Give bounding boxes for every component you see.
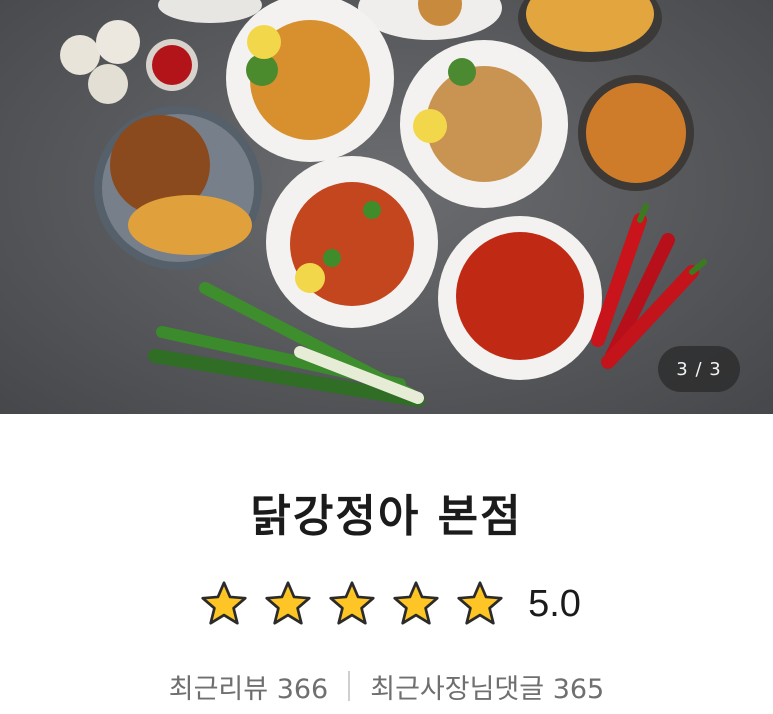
star-icon xyxy=(201,581,247,625)
recent-reviews-link[interactable]: 최근리뷰 366 xyxy=(169,667,328,706)
image-counter-badge: 3 / 3 xyxy=(658,346,740,392)
garlic-image xyxy=(60,20,140,104)
store-name: 닭강정아 본점 xyxy=(250,491,523,542)
star-icon xyxy=(457,581,503,625)
star-icon xyxy=(393,581,439,625)
star-icon xyxy=(329,581,375,625)
food-photo xyxy=(60,0,707,407)
store-photo-gallery[interactable]: 3 / 3 xyxy=(0,0,773,414)
divider xyxy=(348,671,351,701)
rating-row: 5.0 xyxy=(0,578,773,630)
chili-peppers-image xyxy=(591,203,707,369)
star-icon xyxy=(265,581,311,625)
rating-score: 5.0 xyxy=(528,582,581,625)
review-stats: 최근리뷰 366 최근사장님댓글 365 xyxy=(0,666,773,706)
owner-replies-link[interactable]: 최근사장님댓글 365 xyxy=(370,667,604,706)
